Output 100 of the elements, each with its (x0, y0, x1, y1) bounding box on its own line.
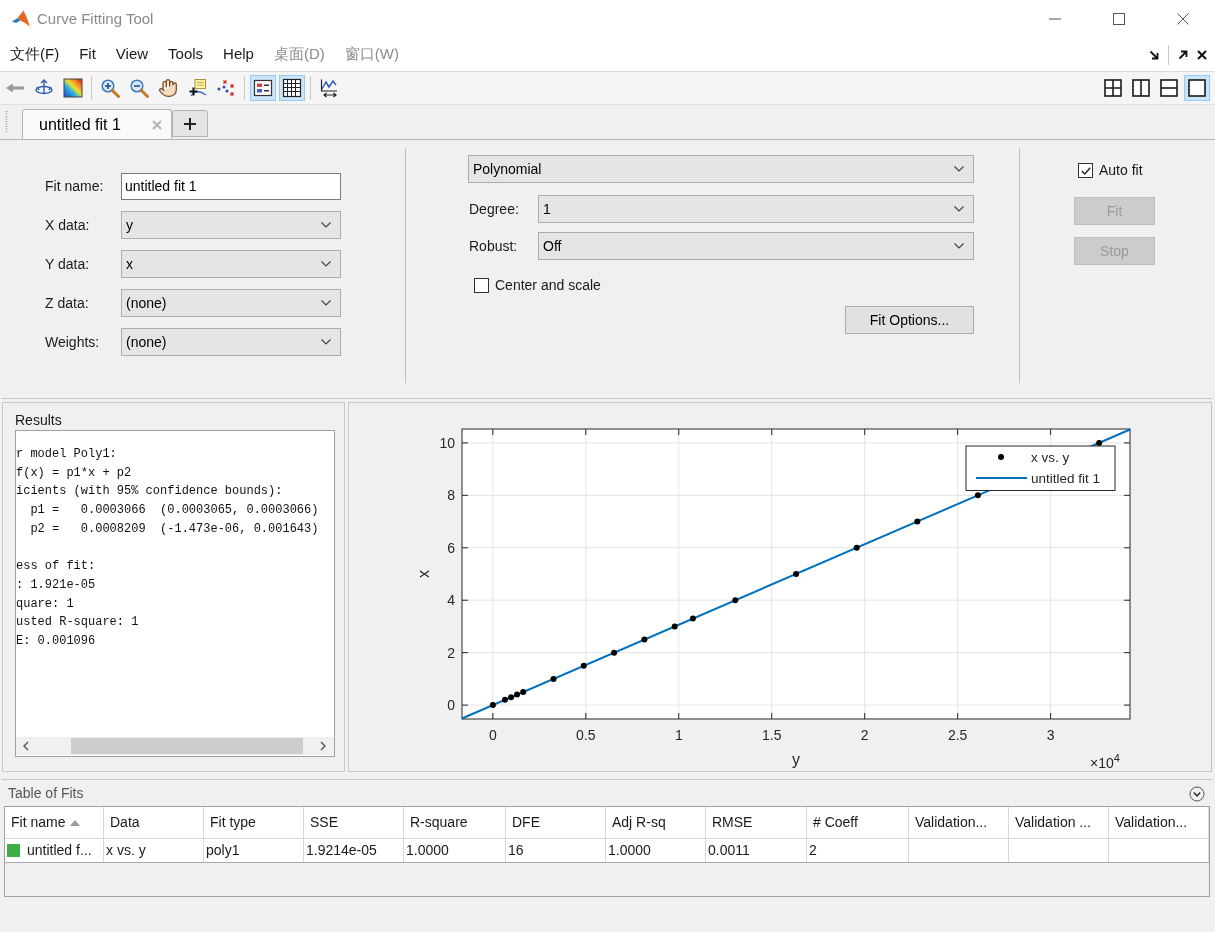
result-line: : 1.921e-05 (16, 576, 96, 594)
column-header[interactable]: R-square (404, 807, 506, 838)
y-tick-label: 6 (447, 539, 455, 556)
x-tick-label: 2.5 (947, 727, 968, 743)
new-tab-button[interactable] (172, 110, 208, 137)
chevron-down-icon (954, 243, 964, 249)
checkbox-label[interactable]: Auto fit (1099, 160, 1143, 181)
arrow-up-right-icon[interactable] (1178, 49, 1188, 60)
dropdown[interactable]: Polynomial (468, 155, 974, 183)
legend-icon (253, 78, 273, 98)
two-row-layout-icon (1160, 79, 1178, 97)
table-cell: 1.9214e-05 (304, 839, 404, 862)
result-line: quare: 1 (16, 595, 74, 613)
table-row[interactable]: untitled f... x vs. y poly1 1.9214e-05 1.0000 16 1.0000 0.0011 2 (5, 839, 1209, 863)
column-header[interactable]: Data (104, 807, 204, 838)
column-header[interactable]: DFE (506, 807, 606, 838)
minimize-icon (1049, 18, 1061, 20)
note-crosshair-icon (187, 78, 207, 98)
circled-chevron-down-icon[interactable] (1189, 785, 1205, 802)
zoom-in-icon (100, 78, 120, 98)
chevron-down-icon (321, 261, 331, 267)
grid-icon (282, 78, 302, 98)
y-tick-label: 10 (439, 434, 455, 451)
column-header[interactable]: Fit type (204, 807, 304, 838)
x-axis-label: y (792, 751, 800, 768)
table-cell: 1.0000 (606, 839, 706, 862)
column-header[interactable]: RMSE (706, 807, 807, 838)
result-line: p1 = 0.0003066 (0.0003065, 0.0003066) (29, 502, 319, 520)
y-tick-label: 8 (447, 487, 455, 504)
legend-label: untitled fit 1 (1031, 471, 1101, 486)
table-cell: poly1 (204, 839, 304, 862)
column-header[interactable]: # Coeff (807, 807, 909, 838)
x-tick-label: 0 (488, 727, 497, 743)
arrow-down-right-icon[interactable] (1149, 49, 1159, 60)
result-line: p2 = 0.0008209 (-1.473e-06, 0.001643) (29, 520, 319, 538)
toolbar-button[interactable] (60, 75, 86, 101)
checkbox-label[interactable]: Center and scale (495, 275, 601, 296)
gradient-square-icon (63, 78, 83, 98)
dots-cross-icon (216, 78, 236, 98)
y-tick-label: 2 (447, 644, 455, 661)
sort-ascending-icon (70, 819, 81, 826)
chevron-down-icon (321, 339, 331, 345)
table-cell: 2 (807, 839, 909, 862)
table-cell: 16 (506, 839, 606, 862)
column-header[interactable]: Validation ... (1009, 807, 1109, 838)
table-cell: 1.0000 (404, 839, 506, 862)
column-header[interactable]: Validation... (1109, 807, 1209, 838)
zoom-out-icon (129, 78, 149, 98)
field-label: Weights: (45, 332, 101, 352)
menu-item[interactable]: Tools (158, 38, 214, 71)
hand-icon (158, 78, 178, 98)
menu-item[interactable]: Fit (69, 38, 106, 71)
result-line: ess of fit: (16, 558, 96, 576)
result-line: E: 0.001096 (16, 633, 96, 650)
two-column-layout-icon (1132, 79, 1150, 97)
scrollbar-thumb[interactable] (71, 738, 303, 754)
chevron-left-icon[interactable] (23, 741, 29, 751)
column-header[interactable]: Adj R-sq (606, 807, 706, 838)
text-field[interactable]: untitled fit 1 (121, 172, 341, 200)
close-icon[interactable] (1197, 49, 1207, 60)
matlab-logo-icon (11, 9, 31, 29)
column-header[interactable]: Fit name (5, 807, 104, 838)
layout-button[interactable] (1184, 75, 1210, 101)
toolbar-button[interactable] (279, 75, 305, 101)
x-tick-label: 2 (860, 727, 869, 743)
table-cell-text: untitled f... (27, 841, 93, 860)
panel-title: Table of Fits (8, 784, 84, 803)
y-tick-label: 0 (447, 697, 455, 714)
close-icon (1177, 13, 1189, 25)
column-header[interactable]: SSE (304, 807, 404, 838)
result-line: usted R-square: 1 (16, 614, 139, 632)
grip-icon[interactable] (5, 111, 8, 133)
dropdown[interactable]: 1 (538, 195, 974, 223)
maximize-icon (1113, 13, 1125, 25)
result-line: icients (with 95% confidence bounds): (16, 483, 283, 501)
dropdown[interactable]: Off (538, 232, 974, 260)
result-line: r model Poly1: (16, 446, 117, 463)
checkbox[interactable] (1078, 163, 1093, 178)
y-tick-label: 4 (447, 592, 455, 609)
checkmark-icon (1080, 166, 1091, 175)
line-chart-arrows-icon (319, 78, 339, 98)
dropdown[interactable]: (none) (121, 328, 341, 356)
dropdown[interactable]: (none) (121, 289, 341, 317)
checkbox[interactable] (474, 278, 489, 293)
chevron-right-icon[interactable] (320, 741, 326, 751)
column-header[interactable]: Validation... (909, 807, 1009, 838)
dropdown[interactable]: y (121, 211, 341, 239)
plus-icon (184, 117, 196, 130)
push-button[interactable]: Fit Options... (845, 306, 974, 334)
single-pane-layout-icon (1188, 79, 1206, 97)
horizontal-scrollbar[interactable] (16, 737, 334, 755)
tab[interactable]: untitled fit 1 (22, 109, 172, 139)
x-tick-label: 1.5 (762, 727, 782, 743)
menu-item[interactable]: View (105, 38, 159, 71)
field-label: Degree: (468, 199, 520, 219)
menu-item[interactable]: 文件(F) (0, 38, 70, 71)
y-axis-label: x (415, 570, 432, 578)
menu-item[interactable]: Help (213, 38, 264, 71)
dropdown[interactable]: x (121, 250, 341, 278)
toolbar-button[interactable] (250, 75, 276, 101)
